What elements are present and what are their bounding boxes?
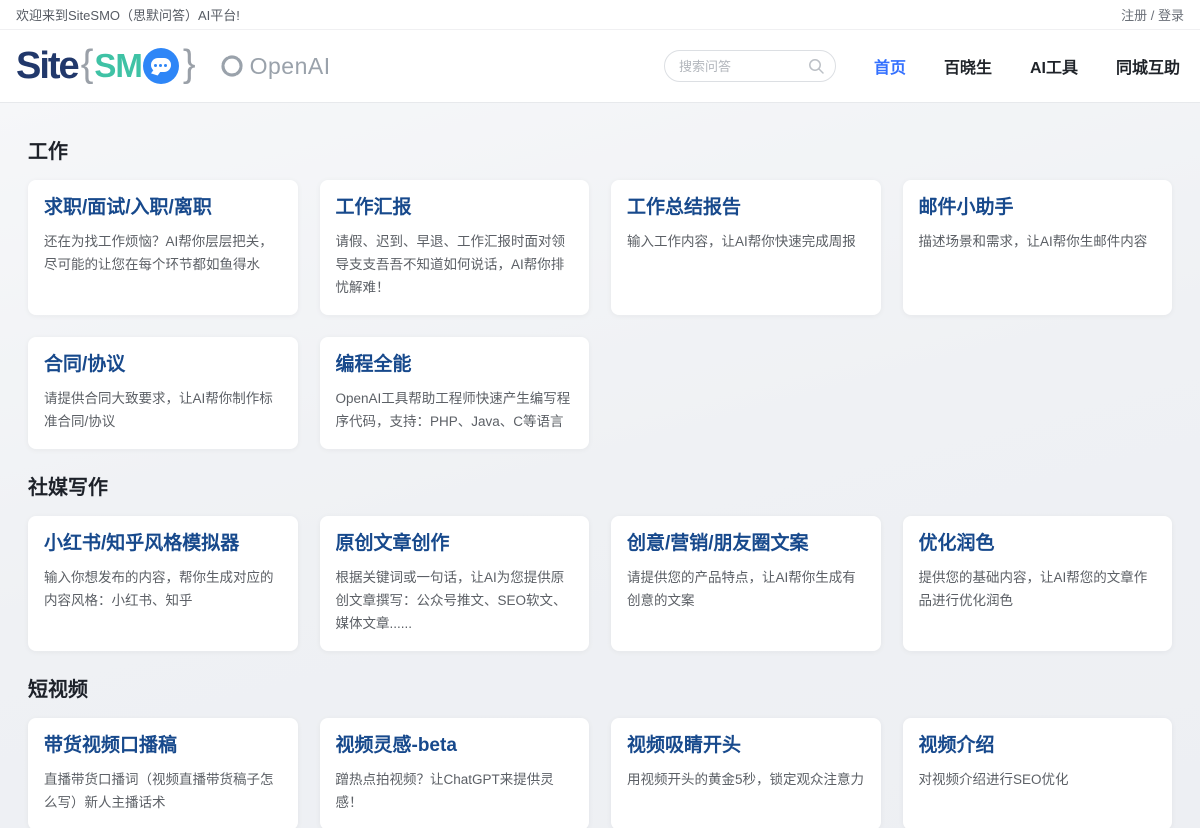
tool-card-desc: 描述场景和需求，让AI帮你生邮件内容 <box>919 230 1157 253</box>
tool-card-desc: 请提供您的产品特点，让AI帮你生成有创意的文案 <box>627 566 865 612</box>
section-title-work: 工作 <box>28 135 1172 164</box>
tool-card[interactable]: 合同/协议请提供合同大致要求，让AI帮你制作标准合同/协议 <box>28 337 298 449</box>
tool-card-desc: 根据关键词或一句话，让AI为您提供原创文章撰写：公众号推文、SEO软文、媒体文章… <box>336 566 574 635</box>
tool-card-title: 视频介绍 <box>919 734 1157 758</box>
search-box[interactable] <box>664 50 836 82</box>
card-grid-work: 求职/面试/入职/离职还在为找工作烦恼？AI帮你层层把关，尽可能的让您在每个环节… <box>28 180 1172 449</box>
tool-card[interactable]: 视频介绍对视频介绍进行SEO优化 <box>903 718 1173 828</box>
tool-card[interactable]: 邮件小助手描述场景和需求，让AI帮你生邮件内容 <box>903 180 1173 315</box>
section-social-media-writing: 社媒写作小红书/知乎风格模拟器输入你想发布的内容，帮你生成对应的内容风格：小红书… <box>28 471 1172 651</box>
main-nav: 首页 百晓生 AI工具 同城互助 <box>874 54 1180 78</box>
logo-brace-left: { <box>81 43 94 86</box>
card-grid-social-media-writing: 小红书/知乎风格模拟器输入你想发布的内容，帮你生成对应的内容风格：小红书、知乎原… <box>28 516 1172 651</box>
nav-item-local-help[interactable]: 同城互助 <box>1116 54 1180 78</box>
tool-card-desc: 还在为找工作烦恼？AI帮你层层把关，尽可能的让您在每个环节都如鱼得水 <box>44 230 282 276</box>
tool-card-desc: OpenAI工具帮助工程师快速产生编写程序代码，支持：PHP、Java、C等语言 <box>336 387 574 433</box>
tool-card-desc: 蹭热点拍视频？让ChatGPT来提供灵感！ <box>336 768 574 814</box>
tool-card-title: 合同/协议 <box>44 353 282 377</box>
tool-card-title: 视频灵感-beta <box>336 734 574 758</box>
tool-card[interactable]: 原创文章创作根据关键词或一句话，让AI为您提供原创文章撰写：公众号推文、SEO软… <box>320 516 590 651</box>
tool-card[interactable]: 编程全能 OpenAI工具帮助工程师快速产生编写程序代码，支持：PHP、Java、… <box>320 337 590 449</box>
tool-card[interactable]: 工作总结报告输入工作内容，让AI帮你快速完成周报 <box>611 180 881 315</box>
tool-card[interactable]: 视频灵感-beta 蹭热点拍视频？让ChatGPT来提供灵感！ <box>320 718 590 828</box>
header-right: 首页 百晓生 AI工具 同城互助 <box>664 50 1180 82</box>
tool-card-desc: 输入工作内容，让AI帮你快速完成周报 <box>627 230 865 253</box>
brand-logo[interactable]: Site { SM } <box>16 45 197 88</box>
tool-card[interactable]: 求职/面试/入职/离职还在为找工作烦恼？AI帮你层层把关，尽可能的让您在每个环节… <box>28 180 298 315</box>
tool-card[interactable]: 小红书/知乎风格模拟器输入你想发布的内容，帮你生成对应的内容风格：小红书、知乎 <box>28 516 298 651</box>
tool-card-title: 创意/营销/朋友圈文案 <box>627 532 865 556</box>
logo-letters-text: SM <box>94 47 142 85</box>
tool-card-desc: 请假、迟到、早退、工作汇报时面对领导支支吾吾不知道如何说话，AI帮你排忧解难！ <box>336 230 574 299</box>
tool-card[interactable]: 优化润色提供您的基础内容，让AI帮您的文章作品进行优化润色 <box>903 516 1173 651</box>
tool-card-desc: 对视频介绍进行SEO优化 <box>919 768 1157 791</box>
tool-card-title: 视频吸睛开头 <box>627 734 865 758</box>
tool-card-desc: 请提供合同大致要求，让AI帮你制作标准合同/协议 <box>44 387 282 433</box>
search-icon[interactable] <box>808 58 825 75</box>
tool-card-title: 带货视频口播稿 <box>44 734 282 758</box>
nav-item-home[interactable]: 首页 <box>874 54 906 78</box>
tool-card-title: 编程全能 <box>336 353 574 377</box>
main-content: 工作求职/面试/入职/离职还在为找工作烦恼？AI帮你层层把关，尽可能的让您在每个… <box>0 135 1200 828</box>
section-short-video: 短视频带货视频口播稿直播带货口播词（视频直播带货稿子怎么写）新人主播话术视频灵感… <box>28 673 1172 828</box>
tool-card-title: 邮件小助手 <box>919 196 1157 220</box>
openai-logo: OpenAI <box>219 53 331 80</box>
section-work: 工作求职/面试/入职/离职还在为找工作烦恼？AI帮你层层把关，尽可能的让您在每个… <box>28 135 1172 449</box>
nav-item-ai-tools[interactable]: AI工具 <box>1030 54 1078 78</box>
logo-site-text: Site <box>16 45 78 88</box>
welcome-text: 欢迎来到SiteSMO（思默问答）AI平台! <box>16 5 240 24</box>
tool-card[interactable]: 工作汇报请假、迟到、早退、工作汇报时面对领导支支吾吾不知道如何说话，AI帮你排忧… <box>320 180 590 315</box>
nav-item-baixiaosheng[interactable]: 百晓生 <box>944 54 992 78</box>
card-grid-short-video: 带货视频口播稿直播带货口播词（视频直播带货稿子怎么写）新人主播话术视频灵感-be… <box>28 718 1172 828</box>
tool-card[interactable]: 视频吸睛开头用视频开头的黄金5秒，锁定观众注意力 <box>611 718 881 828</box>
search-input[interactable] <box>679 59 808 74</box>
openai-label: OpenAI <box>250 53 331 80</box>
logo-brace-right: } <box>183 43 196 86</box>
tool-card-title: 原创文章创作 <box>336 532 574 556</box>
register-login-link[interactable]: 注册 / 登录 <box>1121 5 1184 24</box>
tool-card-title: 优化润色 <box>919 532 1157 556</box>
tool-card-title: 工作总结报告 <box>627 196 865 220</box>
tool-card[interactable]: 带货视频口播稿直播带货口播词（视频直播带货稿子怎么写）新人主播话术 <box>28 718 298 828</box>
topbar: 欢迎来到SiteSMO（思默问答）AI平台! 注册 / 登录 <box>0 0 1200 30</box>
tool-card-desc: 输入你想发布的内容，帮你生成对应的内容风格：小红书、知乎 <box>44 566 282 612</box>
tool-card-title: 求职/面试/入职/离职 <box>44 196 282 220</box>
header: Site { SM } OpenAI 首页 百晓生 AI工具 同城互助 <box>0 30 1200 103</box>
tool-card-desc: 提供您的基础内容，让AI帮您的文章作品进行优化润色 <box>919 566 1157 612</box>
tool-card-title: 小红书/知乎风格模拟器 <box>44 532 282 556</box>
tool-card-title: 工作汇报 <box>336 196 574 220</box>
chat-bubble-icon <box>143 48 179 84</box>
tool-card-desc: 用视频开头的黄金5秒，锁定观众注意力 <box>627 768 865 791</box>
section-title-social-media-writing: 社媒写作 <box>28 471 1172 500</box>
section-title-short-video: 短视频 <box>28 673 1172 702</box>
tool-card-desc: 直播带货口播词（视频直播带货稿子怎么写）新人主播话术 <box>44 768 282 814</box>
openai-knot-icon <box>219 53 245 79</box>
tool-card[interactable]: 创意/营销/朋友圈文案请提供您的产品特点，让AI帮你生成有创意的文案 <box>611 516 881 651</box>
